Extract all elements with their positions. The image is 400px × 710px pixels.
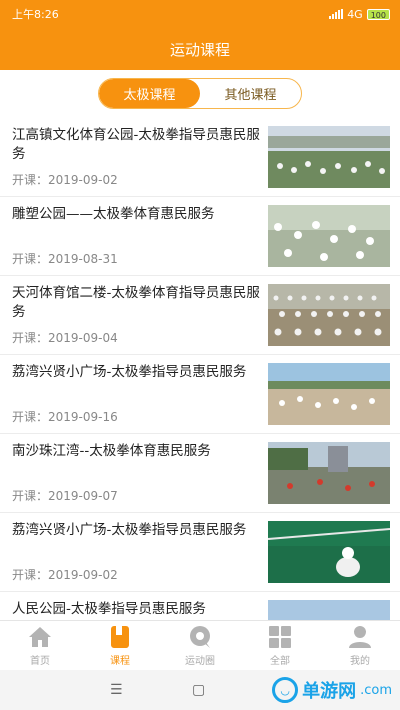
- course-title: 南沙珠江湾--太极拳体育惠民服务: [12, 443, 211, 459]
- tabbar-label: 首页: [30, 655, 50, 667]
- list-item[interactable]: 荔湾兴贤小广场-太极拳指导员惠民服务 开课：2019-09-02: [0, 513, 400, 592]
- course-title: 江高镇文化体育公园-太极拳指导员惠民服务: [12, 127, 260, 162]
- list-item[interactable]: 人民公园-太极拳指导员惠民服务: [0, 592, 400, 620]
- list-item[interactable]: 天河体育馆二楼-太极拳体育指导员惠民服务 开课：2019-09-04: [0, 276, 400, 355]
- course-title: 天河体育馆二楼-太极拳体育指导员惠民服务: [12, 285, 260, 320]
- status-indicators: 4G 100: [329, 8, 390, 21]
- course-thumbnail: [268, 363, 390, 425]
- tabbar-label: 全部: [270, 655, 290, 667]
- grid-icon: [269, 625, 291, 648]
- list-item[interactable]: 南沙珠江湾--太极拳体育惠民服务 开课：2019-09-07: [0, 434, 400, 513]
- course-title: 荔湾兴贤小广场-太极拳指导员惠民服务: [12, 522, 247, 538]
- course-thumbnail: [268, 284, 390, 346]
- course-list[interactable]: 江高镇文化体育公园-太极拳指导员惠民服务 开课：2019-09-02 雕塑公园—…: [0, 118, 400, 620]
- course-tabs: 太极课程 其他课程: [98, 78, 302, 109]
- course-date: 开课：2019-09-07: [12, 489, 118, 503]
- tabbar-moments[interactable]: 运动圈: [160, 621, 240, 670]
- course-thumbnail: [268, 521, 390, 583]
- tabbar-course[interactable]: 课程: [80, 621, 160, 670]
- course-date: 开课：2019-08-31: [12, 252, 118, 266]
- tab-other[interactable]: 其他课程: [200, 79, 301, 108]
- course-thumbnail: [268, 442, 390, 504]
- tabbar-label: 运动圈: [185, 655, 215, 667]
- tab-taichi[interactable]: 太极课程: [99, 79, 200, 108]
- list-item[interactable]: 雕塑公园——太极拳体育惠民服务 开课：2019-08-31: [0, 197, 400, 276]
- course-icon: [111, 625, 129, 648]
- course-date: 开课：2019-09-02: [12, 173, 118, 187]
- list-item[interactable]: 江高镇文化体育公园-太极拳指导员惠民服务 开课：2019-09-02: [0, 118, 400, 197]
- course-title: 雕塑公园——太极拳体育惠民服务: [12, 206, 215, 222]
- list-item[interactable]: 荔湾兴贤小广场-太极拳指导员惠民服务 开课：2019-09-16: [0, 355, 400, 434]
- course-date: 开课：2019-09-04: [12, 331, 118, 345]
- course-thumbnail: [268, 205, 390, 267]
- watermark-brand: 单游网: [302, 681, 357, 702]
- course-date: 开课：2019-09-16: [12, 410, 118, 424]
- watermark-domain: .com: [360, 682, 392, 698]
- course-title: 荔湾兴贤小广场-太极拳指导员惠民服务: [12, 364, 247, 380]
- bottom-tabbar: 首页 课程 运动圈 全部 我的: [0, 620, 400, 670]
- user-icon: [349, 625, 371, 648]
- page-title: 运动课程: [169, 40, 230, 59]
- home-nav-icon[interactable]: ▢: [192, 682, 205, 698]
- menu-nav-icon[interactable]: ☰: [110, 682, 123, 698]
- tabbar-all[interactable]: 全部: [240, 621, 320, 670]
- course-thumbnail: [268, 126, 390, 188]
- chat-icon: [190, 625, 210, 648]
- watermark-logo-icon: ◡: [272, 677, 299, 703]
- course-thumbnail: [268, 600, 390, 620]
- tabbar-mine[interactable]: 我的: [320, 621, 400, 670]
- home-icon: [29, 626, 51, 647]
- battery-icon: 100: [366, 8, 390, 20]
- watermark: ◡ 单游网 .com: [272, 670, 392, 710]
- app-header: 上午8:26 4G 100 运动课程: [0, 0, 400, 70]
- tabbar-label: 课程: [110, 655, 130, 667]
- status-time: 上午8:26: [12, 8, 59, 21]
- tabbar-home[interactable]: 首页: [0, 621, 80, 670]
- course-title: 人民公园-太极拳指导员惠民服务: [12, 601, 206, 617]
- status-bar: 上午8:26 4G 100: [0, 0, 400, 28]
- network-type: 4G: [347, 7, 363, 21]
- course-date: 开课：2019-09-02: [12, 568, 118, 582]
- tabbar-label: 我的: [350, 655, 370, 667]
- signal-icon: [329, 9, 344, 19]
